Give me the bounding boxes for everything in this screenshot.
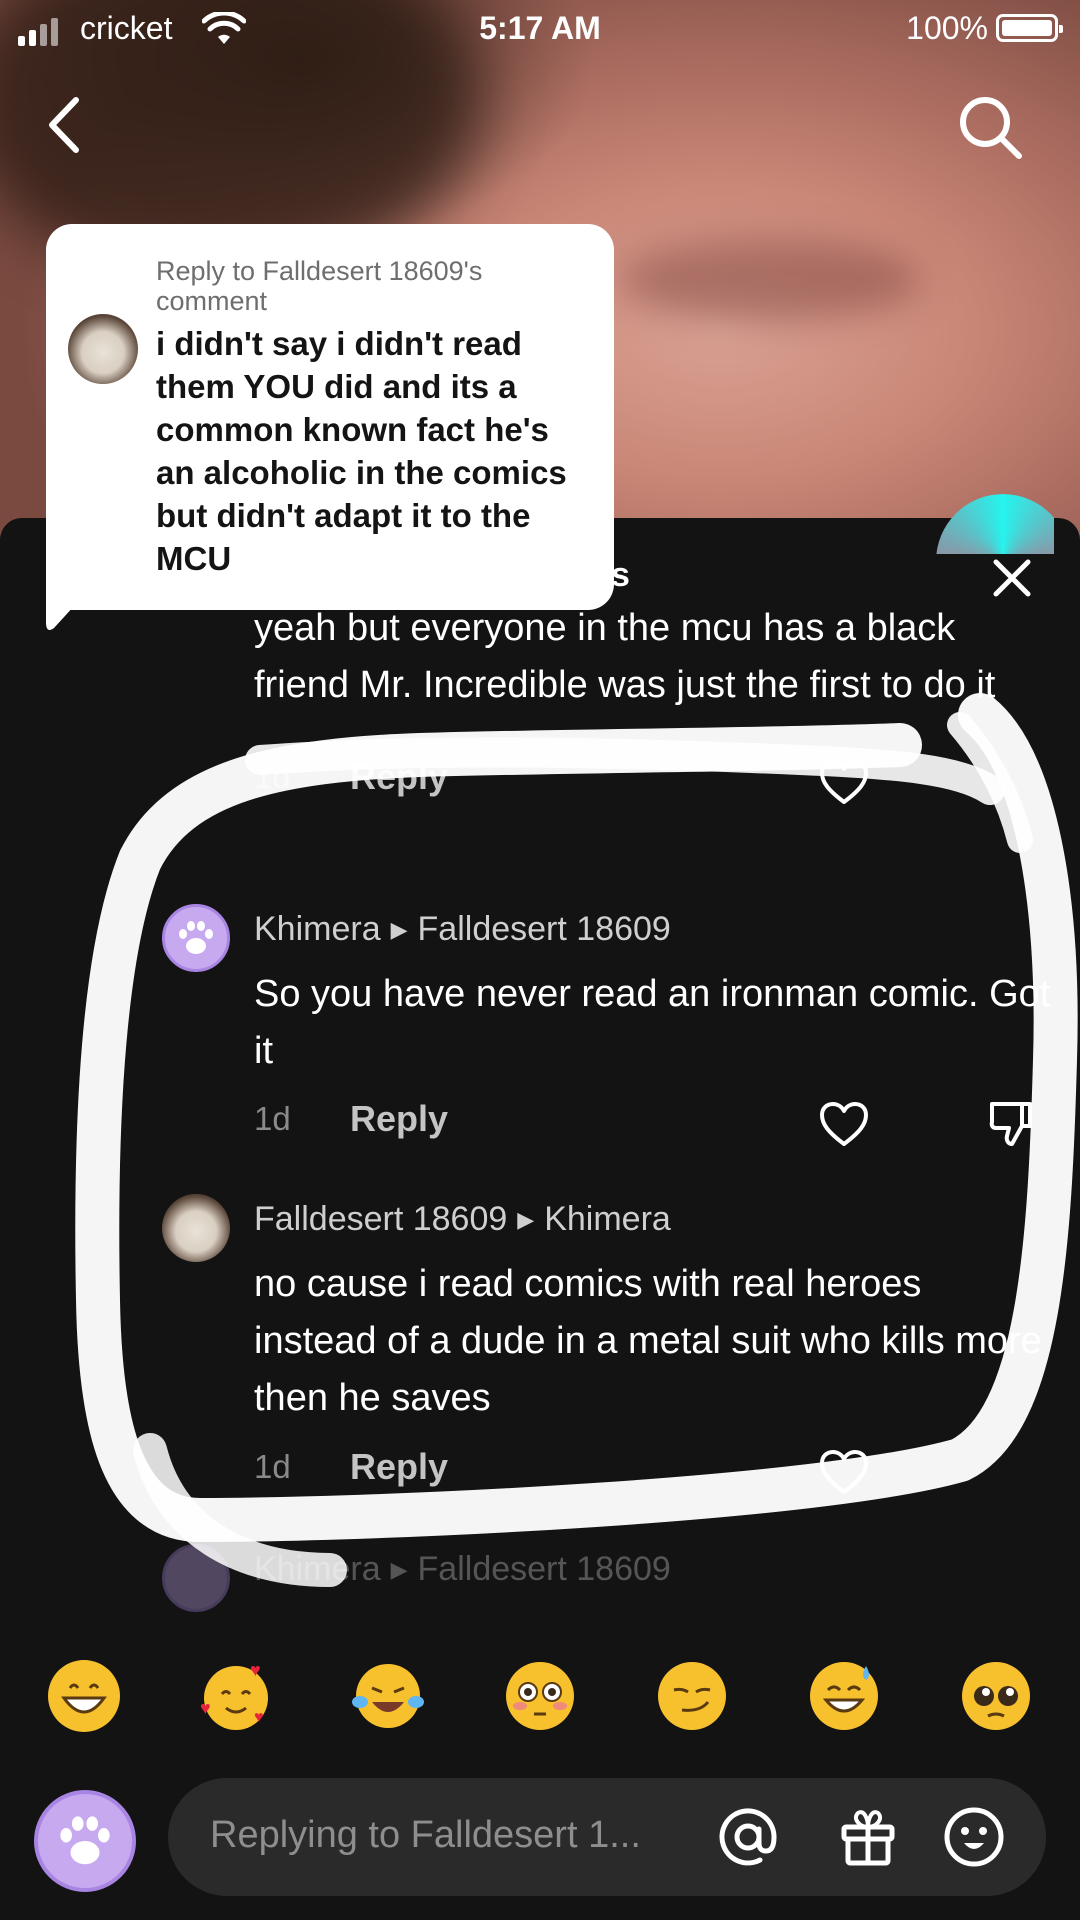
reply-button[interactable]: Reply bbox=[350, 756, 448, 798]
reply-arrow-icon: ▶ bbox=[390, 917, 408, 942]
like-heart-icon[interactable] bbox=[818, 758, 870, 806]
like-heart-icon[interactable] bbox=[818, 1448, 870, 1496]
battery-icon bbox=[996, 14, 1063, 42]
dislike-icon[interactable] bbox=[988, 1100, 1034, 1148]
reply-button[interactable]: Reply bbox=[350, 1098, 448, 1140]
svg-text:♥: ♥ bbox=[200, 1698, 211, 1718]
avatar[interactable] bbox=[162, 1544, 230, 1612]
comment-text: no cause i read comics with real heroes … bbox=[254, 1263, 1042, 1419]
sticker-text: i didn't say i didn't read them YOU did … bbox=[156, 325, 567, 577]
comment-input-row: Replying to Falldesert 1... bbox=[0, 1776, 1080, 1896]
battery-percent: 100% bbox=[906, 10, 988, 46]
comment-age: 1d bbox=[254, 758, 291, 795]
video-shade-blur bbox=[620, 240, 920, 320]
sweat-smile-emoji-icon[interactable] bbox=[806, 1658, 882, 1734]
comments-panel: ents yeah but everyone in the mcu has a … bbox=[0, 518, 1080, 1920]
comment-author[interactable]: Khimera bbox=[254, 1550, 381, 1588]
sticker-tail bbox=[46, 560, 116, 630]
status-bar: cricket 5:17 AM 100% bbox=[0, 0, 1080, 60]
comment-author[interactable]: Falldesert 18609 bbox=[254, 1200, 507, 1238]
avatar[interactable] bbox=[162, 904, 230, 972]
paw-icon bbox=[60, 1816, 110, 1865]
search-button[interactable] bbox=[955, 92, 1025, 162]
comment-input[interactable]: Replying to Falldesert 1... bbox=[168, 1778, 1046, 1896]
tears-of-joy-emoji-icon[interactable] bbox=[350, 1658, 426, 1734]
input-placeholder: Replying to Falldesert 1... bbox=[210, 1814, 641, 1856]
reply-button[interactable]: Reply bbox=[350, 1446, 448, 1488]
my-avatar[interactable] bbox=[34, 1790, 136, 1892]
reply-to-user[interactable]: Falldesert 18609 bbox=[418, 910, 671, 948]
comment-text: yeah but everyone in the mcu has a black… bbox=[254, 608, 996, 706]
mention-at-icon[interactable] bbox=[716, 1805, 780, 1869]
emoji-picker-icon[interactable] bbox=[942, 1805, 1006, 1869]
smiling-hearts-emoji-icon[interactable]: ♥ ♥ ♥ bbox=[198, 1658, 274, 1734]
smirk-emoji-icon[interactable] bbox=[654, 1658, 730, 1734]
sticker-avatar bbox=[68, 314, 138, 384]
close-button[interactable] bbox=[990, 556, 1034, 600]
comment-text: So you have never read an ironman comic.… bbox=[254, 973, 1051, 1072]
comment-age: 1d bbox=[254, 1448, 291, 1485]
svg-text:♥: ♥ bbox=[250, 1660, 261, 1680]
paw-icon bbox=[179, 921, 213, 954]
like-heart-icon[interactable] bbox=[818, 1100, 870, 1148]
comment-age: 1d bbox=[254, 1100, 291, 1137]
reply-arrow-icon: ▶ bbox=[517, 1207, 535, 1232]
grinning-emoji-icon[interactable] bbox=[46, 1658, 122, 1734]
live-ring-icon bbox=[936, 494, 1054, 554]
flushed-emoji-icon[interactable] bbox=[502, 1658, 578, 1734]
comment-list[interactable]: yeah but everyone in the mcu has a black… bbox=[0, 608, 1080, 1628]
svg-text:♥: ♥ bbox=[254, 1709, 264, 1726]
emoji-quick-row: ♥ ♥ ♥ bbox=[0, 1658, 1080, 1738]
comment-author[interactable]: Khimera bbox=[254, 910, 381, 948]
reply-to-user[interactable]: Falldesert 18609 bbox=[418, 1550, 671, 1588]
pleading-emoji-icon[interactable] bbox=[958, 1658, 1034, 1734]
avatar[interactable] bbox=[162, 1194, 230, 1262]
back-button[interactable] bbox=[40, 90, 90, 160]
reply-arrow-icon: ▶ bbox=[390, 1557, 408, 1582]
sticker-caption: Reply to Falldesert 18609's comment bbox=[156, 256, 483, 316]
gift-icon[interactable] bbox=[836, 1805, 900, 1869]
reply-sticker[interactable]: Reply to Falldesert 18609's comment i di… bbox=[46, 224, 614, 610]
reply-to-user[interactable]: Khimera bbox=[544, 1200, 671, 1238]
